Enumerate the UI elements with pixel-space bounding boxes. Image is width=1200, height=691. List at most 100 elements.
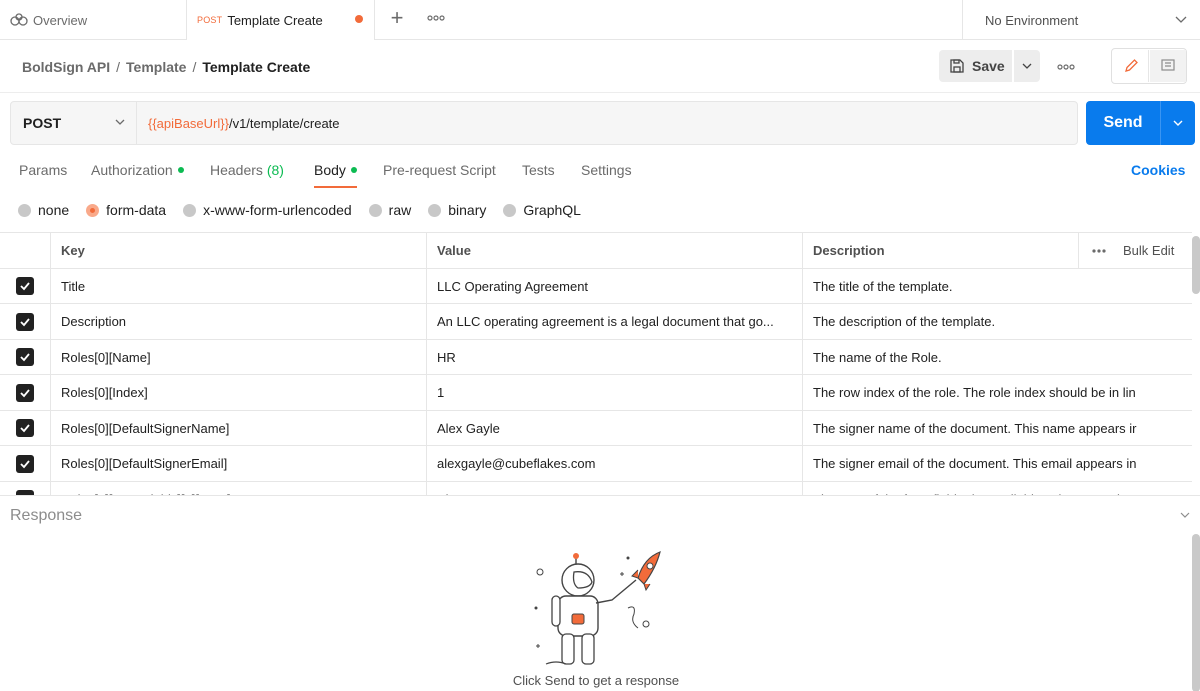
- url-path: /v1/template/create: [228, 115, 340, 131]
- checkmark-icon: [20, 317, 30, 326]
- breadcrumb: BoldSign API / Template / Template Creat…: [22, 59, 310, 75]
- row-checkbox[interactable]: [16, 383, 34, 402]
- tab-tests[interactable]: Tests: [522, 162, 555, 188]
- description-cell[interactable]: The name of the Role.: [802, 339, 1192, 375]
- row-checkbox-cell: [0, 304, 50, 339]
- response-title: Response: [10, 507, 83, 524]
- send-button[interactable]: Send: [1086, 101, 1160, 145]
- breadcrumb-separator: /: [192, 59, 197, 75]
- description-cell[interactable]: The signer email of the document. This e…: [802, 446, 1192, 481]
- save-options-button[interactable]: [1014, 50, 1040, 82]
- tab-authorization-label: Authorization: [91, 162, 173, 178]
- description-cell[interactable]: The description of the template.: [802, 304, 1192, 339]
- table-row: Roles[0][Index] 1 The row index of the r…: [0, 375, 1192, 411]
- tab-body[interactable]: Body: [314, 162, 357, 188]
- more-tabs-icon[interactable]: [427, 9, 445, 27]
- header-checkbox-column: [0, 233, 50, 268]
- value-cell[interactable]: 1: [426, 375, 802, 410]
- new-tab-button[interactable]: +: [386, 7, 408, 30]
- key-cell[interactable]: Roles[0][FormFields][0][Type]: [50, 481, 426, 495]
- tab-bar: Overview POST Template Create + No Envir…: [0, 0, 1200, 40]
- radio-circle: [183, 203, 197, 217]
- radio-circle: [368, 203, 382, 217]
- more-options-icon[interactable]: [1091, 248, 1107, 254]
- url-input[interactable]: {{apiBaseUrl}}/v1/template/create: [148, 102, 340, 144]
- breadcrumb-folder[interactable]: Template: [126, 59, 186, 75]
- cookies-link[interactable]: Cookies: [1131, 162, 1185, 178]
- url-variable: {{apiBaseUrl}}: [148, 115, 229, 131]
- radio-form-data[interactable]: form-data: [86, 201, 166, 219]
- send-options-button[interactable]: [1160, 101, 1195, 145]
- description-cell[interactable]: The title of the template.: [802, 268, 1192, 304]
- value-cell[interactable]: alexgayle@cubeflakes.com: [426, 446, 802, 481]
- value-cell[interactable]: HR: [426, 339, 802, 375]
- response-scrollbar[interactable]: [1192, 534, 1200, 691]
- save-button[interactable]: Save: [939, 50, 1012, 82]
- row-checkbox-cell: [0, 482, 50, 495]
- key-cell[interactable]: Roles[0][DefaultSignerName]: [50, 410, 426, 446]
- checkmark-icon: [20, 459, 30, 468]
- tab-prerequest-script[interactable]: Pre-request Script: [383, 162, 496, 188]
- row-checkbox[interactable]: [16, 419, 34, 437]
- bulk-edit-area: Bulk Edit: [1078, 233, 1192, 268]
- save-label: Save: [972, 58, 1005, 74]
- radio-raw-label: raw: [388, 202, 412, 218]
- radio-circle: [18, 203, 31, 217]
- table-row: Roles[0][FormFields][0][Type] Signature …: [0, 481, 1192, 495]
- environment-select[interactable]: No Environment: [962, 0, 1200, 40]
- tab-authorization[interactable]: Authorization: [91, 162, 184, 188]
- description-cell[interactable]: The signer name of the document. This na…: [802, 410, 1192, 446]
- method-select[interactable]: POST: [11, 102, 137, 144]
- radio-form-data-label: form-data: [106, 202, 167, 218]
- key-cell[interactable]: Title: [50, 268, 426, 304]
- row-checkbox-cell: [0, 375, 50, 410]
- documentation-button[interactable]: [1150, 50, 1186, 82]
- description-cell[interactable]: The row index of the role. The role inde…: [802, 375, 1192, 410]
- key-cell[interactable]: Description: [50, 304, 426, 339]
- key-cell[interactable]: Roles[0][Index]: [50, 375, 426, 410]
- tab-template-create[interactable]: POST Template Create: [187, 0, 375, 40]
- checkmark-icon: [20, 424, 30, 433]
- table-row: Roles[0][DefaultSignerEmail] alexgayle@c…: [0, 446, 1192, 482]
- tab-params[interactable]: Params: [19, 162, 67, 188]
- description-cell[interactable]: The type of the form field. The availabl…: [802, 481, 1192, 495]
- value-cell[interactable]: An LLC operating agreement is a legal do…: [426, 304, 802, 339]
- radio-urlencoded[interactable]: x-www-form-urlencoded: [183, 201, 352, 219]
- checkmark-icon: [20, 353, 30, 362]
- row-checkbox[interactable]: [16, 454, 34, 473]
- bulk-edit-link[interactable]: Bulk Edit: [1123, 243, 1174, 258]
- value-cell[interactable]: Alex Gayle: [426, 410, 802, 446]
- value-cell[interactable]: Signature: [426, 481, 802, 495]
- body-type-radios: none form-data x-www-form-urlencoded raw…: [18, 201, 598, 219]
- table-header-row: Key Value Description Bulk Edit: [0, 233, 1192, 269]
- radio-graphql[interactable]: GraphQL: [503, 201, 581, 219]
- key-cell[interactable]: Roles[0][DefaultSignerEmail]: [50, 446, 426, 481]
- tab-overview[interactable]: Overview: [0, 0, 187, 40]
- chevron-down-icon[interactable]: [1178, 508, 1192, 522]
- row-checkbox[interactable]: [16, 312, 34, 331]
- radio-binary[interactable]: binary: [428, 201, 486, 219]
- table-scrollbar[interactable]: [1192, 236, 1200, 294]
- radio-graphql-label: GraphQL: [523, 202, 581, 218]
- tab-headers[interactable]: Headers (8): [210, 162, 284, 188]
- edit-mode-button[interactable]: [1113, 50, 1149, 82]
- breadcrumb-current[interactable]: Template Create: [202, 59, 310, 75]
- tab-body-label: Body: [314, 162, 346, 178]
- checkmark-icon: [20, 388, 30, 397]
- breadcrumb-root[interactable]: BoldSign API: [22, 59, 110, 75]
- row-checkbox-cell: [0, 269, 50, 304]
- row-checkbox-cell: [0, 340, 50, 375]
- row-checkbox[interactable]: [16, 348, 34, 366]
- more-actions-icon[interactable]: [1057, 58, 1075, 76]
- table-row: Title LLC Operating Agreement The title …: [0, 268, 1192, 304]
- value-cell[interactable]: LLC Operating Agreement: [426, 268, 802, 304]
- key-cell[interactable]: Roles[0][Name]: [50, 339, 426, 375]
- tab-settings[interactable]: Settings: [581, 162, 632, 188]
- column-header-key: Key: [50, 233, 426, 268]
- column-header-description: Description: [802, 233, 1078, 268]
- radio-raw[interactable]: raw: [368, 201, 412, 219]
- tab-method-label: POST: [197, 15, 223, 25]
- radio-none[interactable]: none: [18, 201, 69, 219]
- row-checkbox[interactable]: [16, 277, 34, 295]
- radio-circle-selected: [86, 203, 100, 217]
